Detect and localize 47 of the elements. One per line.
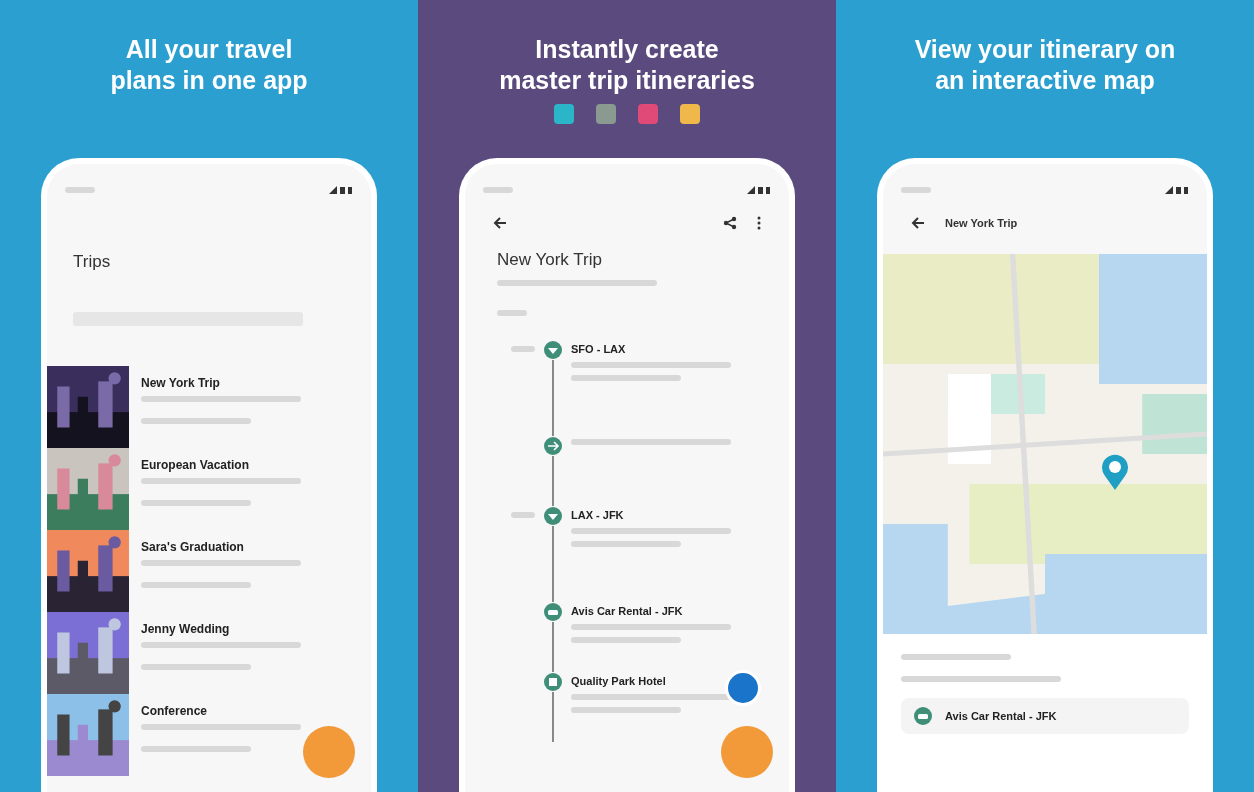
status-time — [65, 187, 95, 193]
share-icon[interactable] — [723, 216, 737, 230]
blurred-text — [511, 346, 535, 352]
trip-name: Jenny Wedding — [141, 622, 231, 636]
screen-title: New York Trip — [945, 217, 1018, 229]
event-title: Quality Park Hotel — [571, 675, 667, 687]
trip-name: Conference — [141, 704, 209, 718]
trip-item[interactable]: New York Trip — [47, 366, 371, 448]
event-node-icon — [543, 602, 563, 622]
event-node-icon — [543, 672, 563, 692]
trip-item[interactable]: European Vacation — [47, 448, 371, 530]
itinerary-card[interactable]: Avis Car Rental - JFK — [901, 698, 1189, 734]
headline: Instantly create master trip itineraries — [499, 34, 755, 96]
trip-name: New York Trip — [141, 376, 221, 390]
trip-item[interactable]: Sara's Graduation — [47, 530, 371, 612]
event-title: Avis Car Rental - JFK — [571, 605, 684, 617]
map-pin-icon[interactable] — [1101, 454, 1129, 490]
card-title: Avis Car Rental - JFK — [945, 710, 1057, 722]
car-icon — [913, 706, 933, 726]
event-node-icon — [543, 506, 563, 526]
headline: All your travel plans in one app — [110, 34, 308, 96]
trip-name: Sara's Graduation — [141, 540, 245, 554]
event-node-icon — [543, 340, 563, 360]
app-tile-icon — [554, 104, 574, 124]
status-icons — [329, 186, 353, 194]
back-icon[interactable] — [493, 216, 507, 230]
screen-title: Trips — [73, 252, 112, 272]
more-icon[interactable] — [757, 216, 761, 230]
event-node-icon — [543, 436, 563, 456]
status-time — [483, 187, 513, 193]
app-tile-icon — [680, 104, 700, 124]
event-title: LAX - JFK — [571, 509, 625, 521]
app-tile-icon — [638, 104, 658, 124]
blurred-text — [511, 512, 535, 518]
blurred-text — [497, 310, 527, 316]
trip-item[interactable]: Jenny Wedding — [47, 612, 371, 694]
event-title: SFO - LAX — [571, 343, 627, 355]
status-icons — [1165, 186, 1189, 194]
trip-item[interactable]: Conference — [47, 694, 371, 776]
back-icon[interactable] — [911, 216, 925, 230]
status-time — [901, 187, 931, 193]
directions-button[interactable] — [725, 670, 761, 706]
screen-title: New York Trip — [497, 250, 603, 270]
app-tile-icon — [596, 104, 616, 124]
headline: View your itinerary on an interactive map — [914, 34, 1176, 96]
trip-name: European Vacation — [141, 458, 251, 472]
status-icons — [747, 186, 771, 194]
